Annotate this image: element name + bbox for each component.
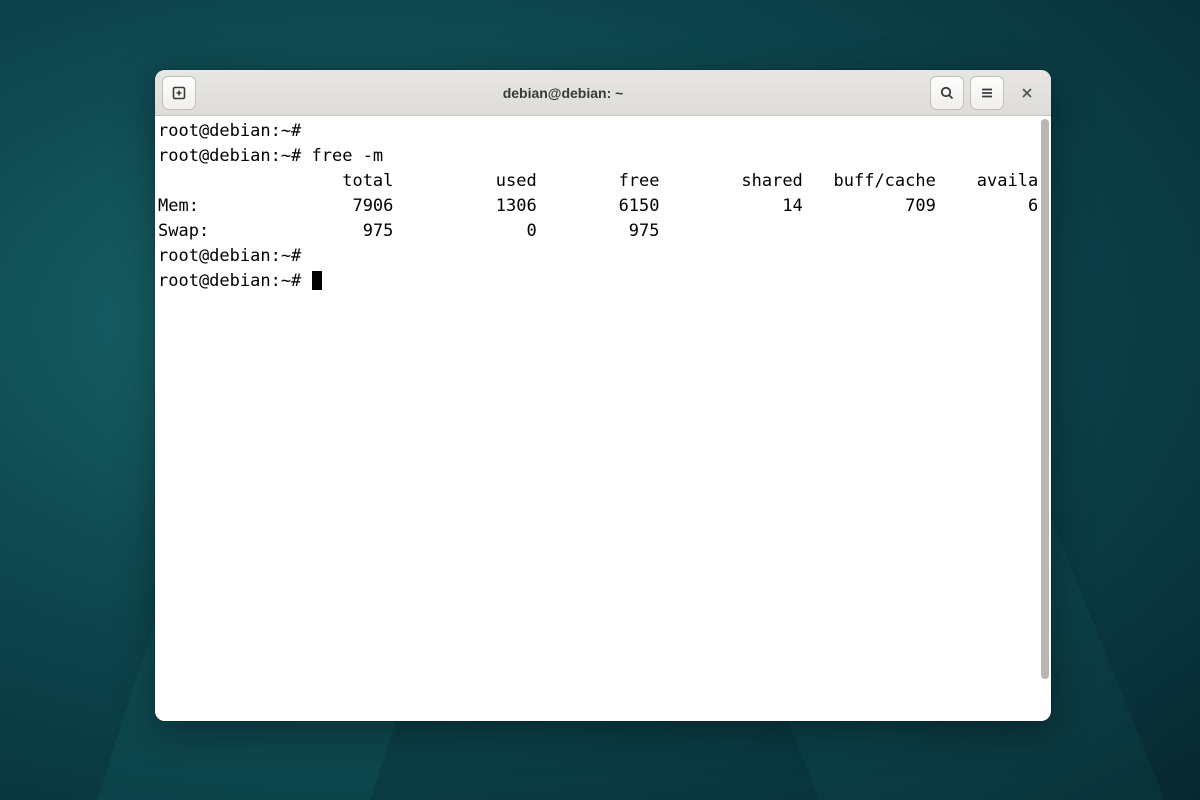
window-title: debian@debian: ~	[202, 85, 924, 101]
terminal-line: total used free shared buff/cache availa…	[158, 169, 1039, 194]
terminal-line: Swap: 975 0 975	[158, 219, 1039, 244]
close-icon	[1020, 86, 1034, 100]
hamburger-icon	[979, 85, 995, 101]
search-button[interactable]	[930, 76, 964, 110]
terminal-line: root@debian:~#	[158, 244, 1039, 269]
terminal-line: root@debian:~# free -m	[158, 144, 1039, 169]
search-icon	[939, 85, 955, 101]
menu-button[interactable]	[970, 76, 1004, 110]
cursor	[312, 271, 322, 290]
close-button[interactable]	[1010, 76, 1044, 110]
new-tab-button[interactable]	[162, 76, 196, 110]
terminal-line: root@debian:~#	[158, 269, 1039, 294]
scrollbar[interactable]	[1039, 116, 1051, 721]
terminal-output[interactable]: root@debian:~# root@debian:~# free -m to…	[155, 116, 1039, 721]
terminal-line: root@debian:~#	[158, 119, 1039, 144]
titlebar[interactable]: debian@debian: ~	[155, 70, 1051, 116]
terminal-window: debian@debian: ~	[155, 70, 1051, 721]
new-tab-icon	[171, 85, 187, 101]
terminal-line: Mem: 7906 1306 6150 14 709 6600	[158, 194, 1039, 219]
scrollbar-thumb[interactable]	[1041, 119, 1049, 679]
